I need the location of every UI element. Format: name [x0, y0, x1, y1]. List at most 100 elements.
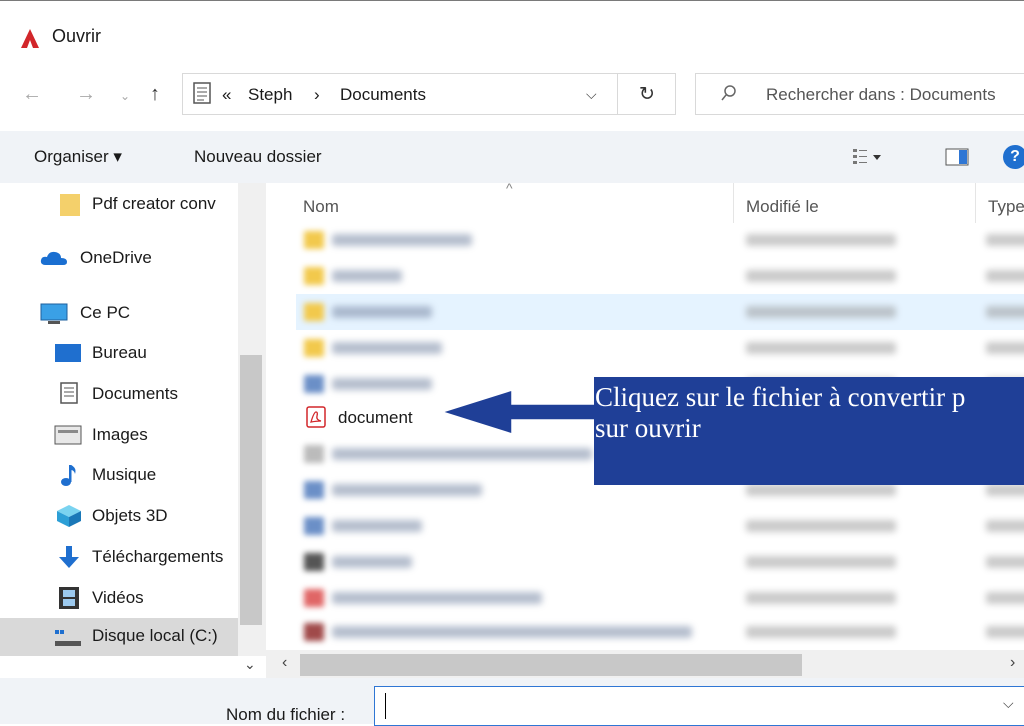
- file-icon: [304, 553, 324, 571]
- blurred-type: [986, 270, 1024, 282]
- cloud-icon: [40, 251, 67, 265]
- blurred-name: [332, 448, 592, 460]
- pdf-icon: [306, 406, 326, 428]
- sidebar-item-ce-pc[interactable]: Ce PC: [0, 295, 238, 331]
- list-item-blurred[interactable]: [296, 222, 1024, 258]
- blurred-type: [986, 592, 1024, 604]
- column-header-type[interactable]: Type: [988, 197, 1024, 217]
- sidebar-item-label: OneDrive: [80, 248, 152, 267]
- blurred-name: [332, 306, 432, 318]
- list-item-blurred[interactable]: [296, 614, 1024, 650]
- file-icon: [304, 517, 324, 535]
- desktop-icon: [55, 344, 81, 362]
- blurred-name: [332, 592, 542, 604]
- drive-icon: [55, 630, 81, 646]
- filename-input[interactable]: ⌵: [374, 686, 1024, 726]
- breadcrumb-separator[interactable]: ›: [314, 85, 320, 105]
- list-item-blurred[interactable]: [296, 580, 1024, 616]
- documents-icon: [193, 82, 211, 104]
- sidebar-item-bureau[interactable]: Bureau: [0, 335, 238, 371]
- search-placeholder: Rechercher dans : Documents: [766, 85, 996, 104]
- help-icon[interactable]: ?: [1003, 145, 1024, 169]
- sidebar-item-documents[interactable]: Documents: [0, 376, 238, 412]
- sidebar-item-label: Téléchargements: [92, 547, 224, 566]
- blurred-type: [986, 306, 1024, 318]
- column-header-modified[interactable]: Modifié le: [746, 197, 819, 217]
- column-header-name[interactable]: Nom: [303, 197, 339, 217]
- sidebar-item-label: Ce PC: [80, 303, 131, 322]
- search-icon: [721, 85, 736, 101]
- app-logo-icon: [18, 26, 42, 50]
- sidebar-item-label: Pdf creator conv: [92, 194, 216, 213]
- sidebar-item-label: Bureau: [92, 343, 147, 362]
- blurred-date: [746, 626, 896, 638]
- sidebar-item-videos[interactable]: Vidéos: [0, 580, 238, 616]
- blurred-name: [332, 556, 412, 568]
- sidebar-item-disque-local[interactable]: Disque local (C:): [0, 618, 238, 656]
- list-item-blurred[interactable]: [296, 330, 1024, 366]
- address-dropdown-chevron-icon[interactable]: ⌵: [586, 86, 597, 103]
- sidebar-item-pdf-creator[interactable]: Pdf creator conv: [0, 186, 238, 222]
- blurred-name: [332, 626, 692, 638]
- list-item-blurred[interactable]: [296, 258, 1024, 294]
- sidebar-item-telechargements[interactable]: Téléchargements: [0, 539, 238, 575]
- folder-icon: [60, 194, 80, 216]
- list-item-blurred[interactable]: [296, 508, 1024, 544]
- blurred-type: [986, 234, 1024, 246]
- documents-icon: [60, 382, 78, 404]
- forward-button[interactable]: →: [76, 84, 96, 104]
- view-options-icon[interactable]: [852, 148, 882, 166]
- scroll-down-chevron-icon[interactable]: ⌄: [244, 656, 256, 673]
- blurred-date: [746, 520, 896, 532]
- refresh-icon: ↻: [639, 84, 655, 105]
- recent-locations-chevron-icon[interactable]: ⌄: [120, 86, 130, 106]
- column-divider[interactable]: [975, 183, 976, 223]
- sidebar-item-images[interactable]: Images: [0, 417, 238, 453]
- file-icon: [304, 481, 324, 499]
- blurred-name: [332, 234, 472, 246]
- music-icon: [61, 465, 76, 486]
- filename-dropdown-chevron-icon[interactable]: ⌵: [1003, 695, 1014, 712]
- blurred-type: [986, 520, 1024, 532]
- preview-pane-icon[interactable]: [945, 148, 969, 166]
- breadcrumb-overflow[interactable]: «: [222, 85, 231, 105]
- navigation-pane-scroll-thumb[interactable]: [240, 355, 262, 625]
- file-list-hscroll-thumb[interactable]: [300, 654, 802, 676]
- folder-icon: [304, 231, 324, 249]
- blurred-name: [332, 378, 432, 390]
- sidebar-item-objets-3d[interactable]: Objets 3D: [0, 498, 238, 534]
- back-button[interactable]: ←: [22, 84, 42, 104]
- scroll-left-chevron-icon[interactable]: ‹: [282, 654, 287, 672]
- annotation-line-1: Cliquez sur le fichier à convertir p: [595, 382, 966, 412]
- cube-icon: [57, 505, 81, 527]
- sidebar-item-label: Disque local (C:): [92, 626, 218, 645]
- video-icon: [59, 587, 79, 609]
- new-folder-button[interactable]: Nouveau dossier: [194, 147, 322, 167]
- sidebar-item-onedrive[interactable]: OneDrive: [0, 240, 238, 276]
- annotation-line-2: sur ouvrir: [595, 413, 701, 443]
- file-icon: [304, 445, 324, 463]
- organize-button[interactable]: Organiser ▾: [34, 147, 122, 167]
- breadcrumb-documents[interactable]: Documents: [340, 85, 426, 105]
- blurred-date: [746, 342, 896, 354]
- blurred-date: [746, 306, 896, 318]
- blurred-date: [746, 270, 896, 282]
- sidebar-item-label: Images: [92, 425, 148, 444]
- column-divider[interactable]: [733, 183, 734, 223]
- computer-icon: [40, 303, 68, 324]
- blurred-type: [986, 342, 1024, 354]
- breadcrumb-steph[interactable]: Steph: [248, 85, 292, 105]
- sidebar-item-musique[interactable]: Musique: [0, 457, 238, 493]
- list-item-blurred[interactable]: [296, 544, 1024, 580]
- file-icon: [304, 375, 324, 393]
- blurred-date: [746, 592, 896, 604]
- sidebar-item-label: Vidéos: [92, 588, 144, 607]
- list-item-blurred-hover[interactable]: [296, 294, 1024, 330]
- blurred-date: [746, 234, 896, 246]
- blurred-type: [986, 484, 1024, 496]
- scroll-right-chevron-icon[interactable]: ›: [1010, 654, 1015, 672]
- blurred-date: [746, 556, 896, 568]
- up-button[interactable]: ↑: [150, 84, 160, 104]
- title-bar: [0, 1, 1024, 71]
- blurred-type: [986, 626, 1024, 638]
